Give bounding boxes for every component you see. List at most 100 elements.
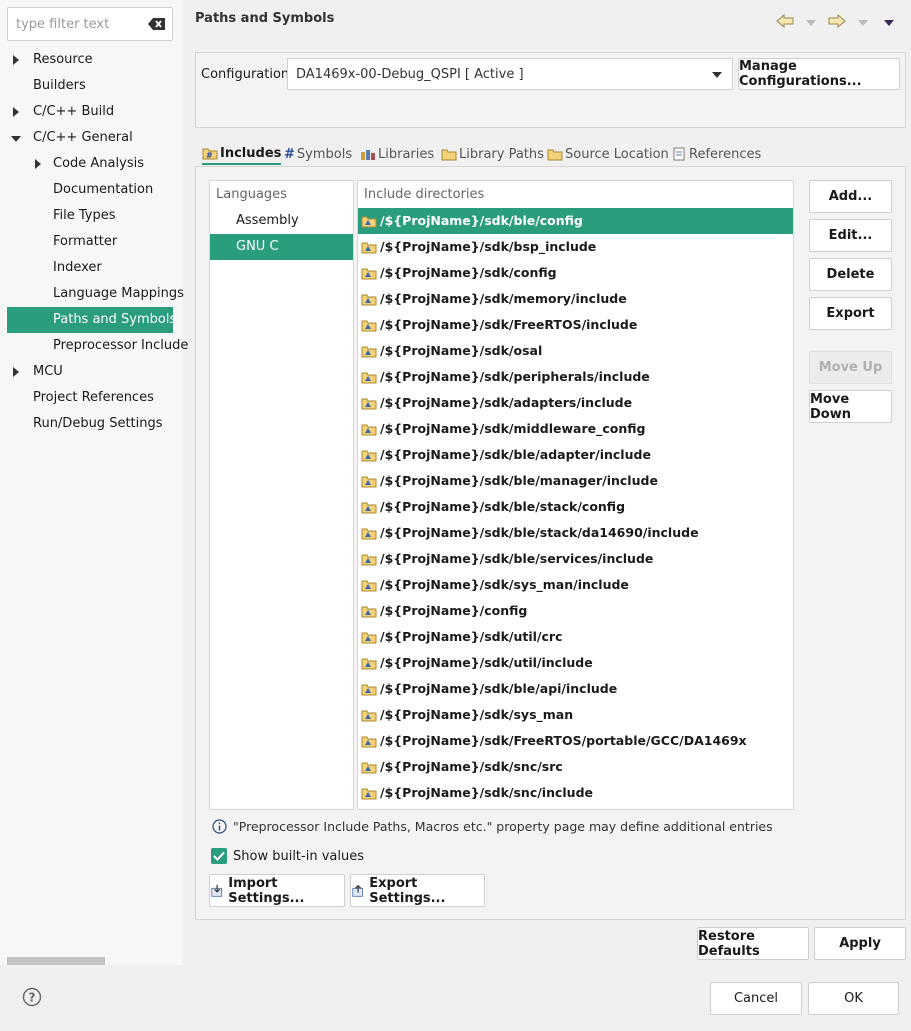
include-directory-item[interactable]: /${ProjName}/sdk/FreeRTOS/include <box>358 312 793 338</box>
include-folder-icon <box>361 788 377 800</box>
include-directory-item[interactable]: /${ProjName}/sdk/FreeRTOS/portable/GCC/D… <box>358 728 793 754</box>
help-icon[interactable]: ? <box>22 987 42 1007</box>
sidebar-item[interactable]: Project References <box>7 385 173 411</box>
sidebar-item[interactable]: Formatter <box>7 229 173 255</box>
sidebar-item[interactable]: File Types <box>7 203 173 229</box>
include-folder-icon <box>361 502 377 514</box>
configuration-select[interactable]: DA1469x-00-Debug_QSPI [ Active ] <box>287 58 733 90</box>
add-button[interactable]: Add... <box>809 180 892 213</box>
include-directory-item[interactable]: /${ProjName}/sdk/middleware_config <box>358 416 793 442</box>
forward-menu-chevron-down-icon[interactable] <box>858 20 868 26</box>
include-directory-item[interactable]: /${ProjName}/sdk/ble/stack/config <box>358 494 793 520</box>
tab-includes[interactable]: # Includes <box>202 143 282 165</box>
sidebar-item[interactable]: C/C++ General <box>7 125 173 151</box>
include-folder-icon <box>361 606 377 618</box>
clear-filter-icon[interactable] <box>148 17 166 31</box>
show-builtin-values-checkbox[interactable]: Show built-in values <box>211 848 364 864</box>
include-directory-item[interactable]: /${ProjName}/sdk/bsp_include <box>358 234 793 260</box>
include-directory-path: /${ProjName}/sdk/util/crc <box>380 629 563 644</box>
back-menu-chevron-down-icon[interactable] <box>806 20 816 26</box>
include-folder-icon <box>361 658 377 670</box>
include-directory-item[interactable]: /${ProjName}/sdk/util/include <box>358 650 793 676</box>
include-directory-item[interactable]: /${ProjName}/sdk/sys_man <box>358 702 793 728</box>
export-settings-button[interactable]: Export Settings... <box>350 874 485 907</box>
sidebar-item[interactable]: Indexer <box>7 255 173 281</box>
ok-button[interactable]: OK <box>808 982 899 1015</box>
edit-button[interactable]: Edit... <box>809 219 892 252</box>
restore-defaults-button[interactable]: Restore Defaults <box>697 927 809 960</box>
show-builtin-values-label: Show built-in values <box>233 848 364 864</box>
export-button[interactable]: Export <box>809 297 892 330</box>
move-up-button[interactable]: Move Up <box>809 351 892 384</box>
tab-symbols[interactable]: # Symbols <box>284 143 352 165</box>
include-directory-path: /${ProjName}/sdk/ble/manager/include <box>380 473 658 488</box>
include-directory-path: /${ProjName}/sdk/util/include <box>380 655 593 670</box>
view-menu-chevron-down-icon[interactable] <box>884 20 894 26</box>
chevron-down-icon <box>712 72 722 78</box>
sidebar-item[interactable]: Code Analysis <box>7 151 173 177</box>
include-folder-icon <box>361 372 377 384</box>
include-directory-item[interactable]: /${ProjName}/sdk/util/crc <box>358 624 793 650</box>
back-arrow-icon[interactable] <box>776 14 794 28</box>
checkbox-checked-icon[interactable] <box>211 848 227 864</box>
collapsed-triangle-icon[interactable] <box>13 55 19 65</box>
import-settings-button[interactable]: Import Settings... <box>209 874 345 907</box>
include-folder-icon <box>361 294 377 306</box>
include-directory-item[interactable]: /${ProjName}/sdk/ble/adapter/include <box>358 442 793 468</box>
sidebar-item-label: C/C++ General <box>33 130 133 145</box>
include-directory-item[interactable]: /${ProjName}/sdk/adapters/include <box>358 390 793 416</box>
delete-button[interactable]: Delete <box>809 258 892 291</box>
tab-source-location[interactable]: Source Location <box>547 143 669 165</box>
include-folder-icon <box>361 710 377 722</box>
include-directory-item[interactable]: /${ProjName}/sdk/memory/include <box>358 286 793 312</box>
sidebar-item[interactable]: Documentation <box>7 177 173 203</box>
sidebar-item[interactable]: Preprocessor Include <box>7 333 188 359</box>
sidebar-item[interactable]: Builders <box>7 73 173 99</box>
sidebar-item[interactable]: Run/Debug Settings <box>7 411 173 437</box>
tab-references[interactable]: References <box>671 143 761 165</box>
include-folder-icon <box>361 216 377 228</box>
expanded-triangle-icon[interactable] <box>11 136 21 142</box>
collapsed-triangle-icon[interactable] <box>13 107 19 117</box>
include-directory-path: /${ProjName}/sdk/osal <box>380 343 543 358</box>
include-directory-item[interactable]: /${ProjName}/sdk/ble/config <box>358 208 793 234</box>
cancel-button[interactable]: Cancel <box>710 982 802 1015</box>
collapsed-triangle-icon[interactable] <box>35 159 41 169</box>
include-directory-item[interactable]: /${ProjName}/sdk/ble/stack/da14690/inclu… <box>358 520 793 546</box>
include-directory-item[interactable]: /${ProjName}/sdk/config <box>358 260 793 286</box>
tab-library-paths[interactable]: Library Paths <box>441 143 544 165</box>
tab-libraries[interactable]: Libraries <box>360 143 434 165</box>
filter-input[interactable]: type filter text <box>7 7 173 41</box>
include-directory-item[interactable]: /${ProjName}/sdk/snc/include <box>358 780 793 806</box>
sidebar-item[interactable]: C/C++ Build <box>7 99 173 125</box>
include-directory-path: /${ProjName}/config <box>380 603 528 618</box>
manage-configurations-button[interactable]: Manage Configurations... <box>738 58 900 90</box>
move-down-button[interactable]: Move Down <box>809 390 892 423</box>
include-directory-path: /${ProjName}/sdk/bsp_include <box>380 239 597 254</box>
include-folder-icon <box>361 736 377 748</box>
collapsed-triangle-icon[interactable] <box>13 367 19 377</box>
include-directory-item[interactable]: /${ProjName}/sdk/sys_man/include <box>358 572 793 598</box>
sidebar-item[interactable]: Resource <box>7 47 173 73</box>
language-item-gnu-c[interactable]: GNU C <box>210 234 353 260</box>
sidebar-item-label: Paths and Symbols <box>53 312 177 327</box>
include-directory-item[interactable]: /${ProjName}/sdk/ble/services/include <box>358 546 793 572</box>
include-directory-item[interactable]: /${ProjName}/sdk/peripherals/include <box>358 364 793 390</box>
tab-libraries-label: Libraries <box>378 146 435 162</box>
sidebar-item-label: Preprocessor Include <box>53 338 189 353</box>
language-item-assembly[interactable]: Assembly <box>210 208 353 234</box>
include-directory-item[interactable]: /${ProjName}/sdk/ble/manager/include <box>358 468 793 494</box>
include-directory-item[interactable]: /${ProjName}/sdk/ble/api/include <box>358 676 793 702</box>
horizontal-scrollbar[interactable] <box>7 957 105 965</box>
languages-list <box>209 180 354 810</box>
sidebar-item[interactable]: Paths and Symbols <box>7 307 177 333</box>
sidebar-item-label: Resource <box>33 52 93 67</box>
include-directory-item[interactable]: /${ProjName}/config <box>358 598 793 624</box>
apply-button[interactable]: Apply <box>814 927 906 960</box>
include-directory-path: /${ProjName}/sdk/snc/include <box>380 785 594 800</box>
sidebar-item[interactable]: MCU <box>7 359 173 385</box>
include-directory-item[interactable]: /${ProjName}/sdk/snc/src <box>358 754 793 780</box>
include-directory-item[interactable]: /${ProjName}/sdk/osal <box>358 338 793 364</box>
sidebar-item[interactable]: Language Mappings <box>7 281 184 307</box>
forward-arrow-icon[interactable] <box>828 14 846 28</box>
